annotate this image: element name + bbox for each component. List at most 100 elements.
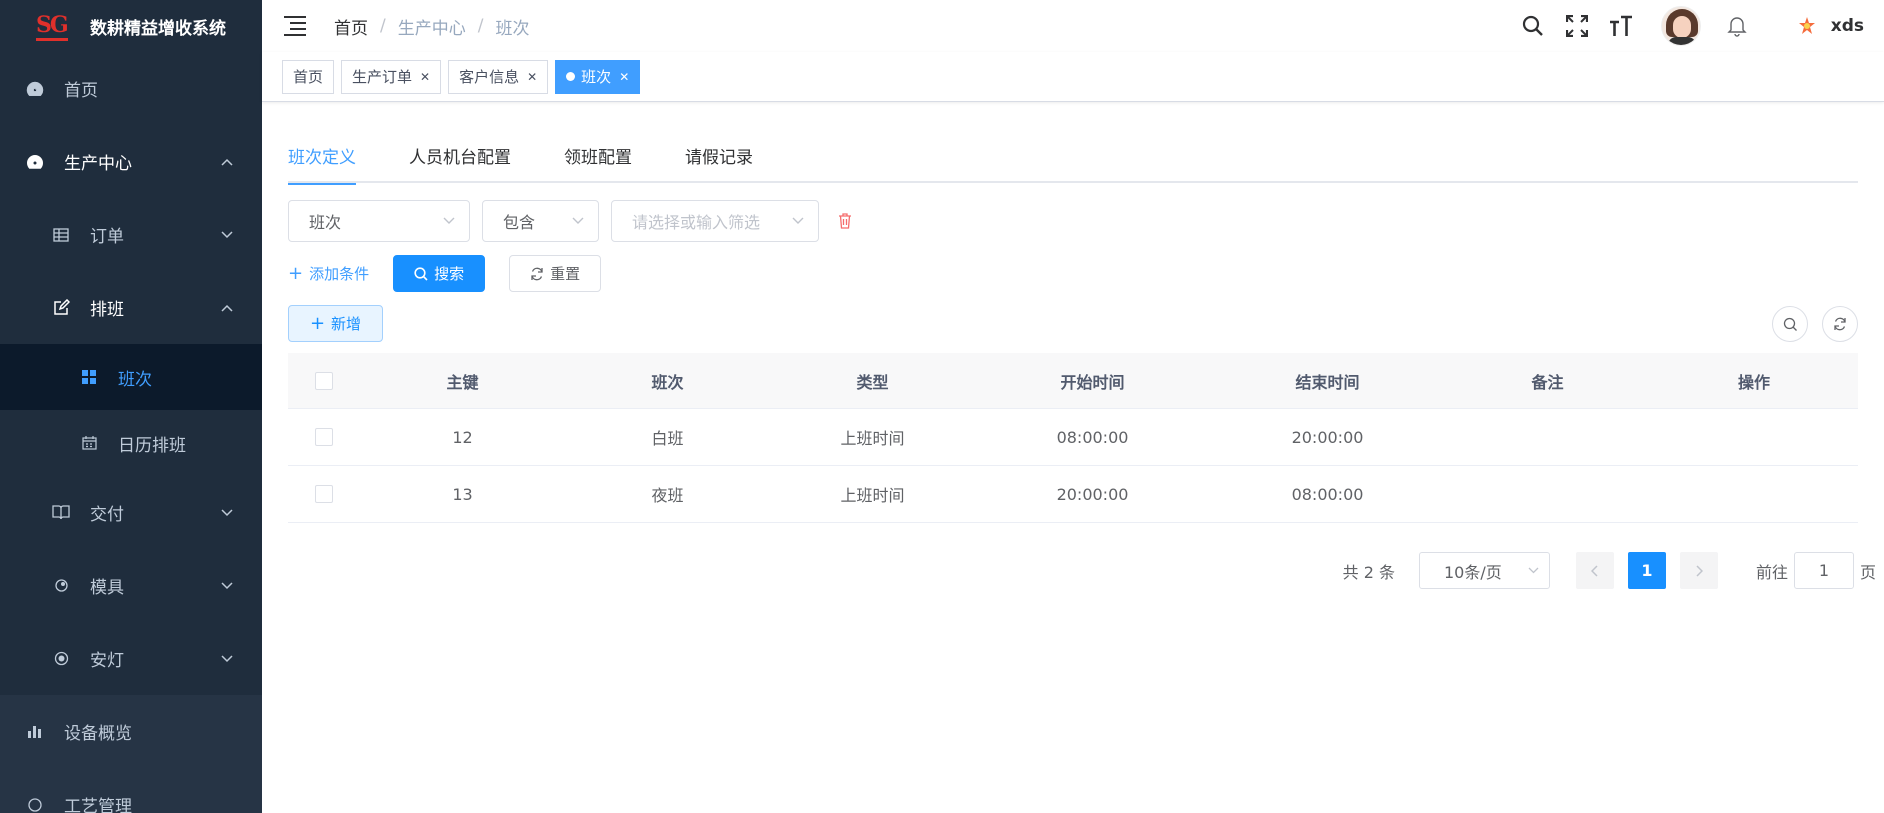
avatar[interactable]	[1660, 6, 1701, 46]
row-checkbox[interactable]	[315, 485, 333, 503]
filter-operator-select[interactable]: 包含	[482, 200, 599, 242]
sidebar-item-device-overview[interactable]: 设备概览	[0, 695, 262, 768]
delete-icon[interactable]	[837, 212, 853, 230]
select-all-checkbox[interactable]	[315, 371, 333, 390]
shift-table: 主键 班次 类型 开始时间 结束时间 备注 操作 12 白班 上班时间 08:0…	[288, 353, 1858, 523]
tags-view: 首页 生产订单 ✕ 客户信息 ✕ 班次 ✕	[262, 52, 1884, 102]
column-header-type: 类型	[856, 372, 889, 392]
refresh-icon	[530, 267, 544, 281]
username[interactable]: xds	[1831, 16, 1864, 36]
sidebar-item-home[interactable]: 首页	[0, 52, 262, 125]
sidebar-item-orders[interactable]: 订单	[0, 198, 262, 271]
bell-icon[interactable]	[1723, 12, 1751, 40]
page-number-current[interactable]: 1	[1627, 552, 1666, 589]
dashboard-icon	[26, 80, 44, 98]
tag-production-order[interactable]: 生产订单 ✕	[341, 59, 442, 94]
sidebar-item-mold[interactable]: 模具	[0, 549, 262, 622]
sidebar-item-label: 首页	[64, 81, 98, 101]
cell-shift: 白班	[651, 429, 684, 448]
tag-home[interactable]: 首页	[282, 59, 335, 94]
calendar-icon	[80, 434, 98, 452]
logo-text: SG	[36, 12, 69, 38]
goto-page-input[interactable]: 1	[1793, 552, 1854, 589]
sidebar-item-calendar-scheduling[interactable]: 日历排班	[0, 410, 262, 476]
cell-shift: 夜班	[651, 486, 684, 505]
sidebar-item-label: 工艺管理	[64, 797, 132, 813]
column-header-end-time: 结束时间	[1295, 372, 1360, 392]
chevron-down-icon	[572, 217, 584, 224]
book-icon	[52, 504, 70, 522]
chevron-up-icon	[221, 304, 233, 312]
cell-id: 12	[452, 427, 473, 447]
next-page-button[interactable]	[1679, 552, 1718, 589]
tag-label: 首页	[293, 68, 324, 86]
app-root: SG 数耕精益增收系统 首页 生产中心 订单 排班 班次 日历排班 交付 模具 …	[0, 0, 1884, 813]
andon-icon	[52, 650, 70, 668]
plus-icon: +	[288, 262, 304, 284]
add-condition-button[interactable]: + 添加条件	[288, 263, 369, 284]
sidebar-item-label: 班次	[118, 369, 152, 390]
tab-foreman-config[interactable]: 领班配置	[564, 143, 632, 183]
tab-shift-definition[interactable]: 班次定义	[288, 143, 356, 185]
breadcrumb-item-home[interactable]: 首页	[334, 14, 368, 39]
tab-staff-machine-config[interactable]: 人员机台配置	[409, 143, 511, 183]
page-size-select[interactable]: 10条/页	[1418, 552, 1550, 589]
fullscreen-icon[interactable]	[1563, 12, 1591, 40]
sidebar-item-craft-management[interactable]: 工艺管理	[0, 768, 262, 813]
prev-page-button[interactable]	[1575, 552, 1614, 589]
column-header-start-time: 开始时间	[1060, 372, 1125, 392]
chevron-down-icon	[221, 508, 233, 516]
font-size-icon[interactable]	[1607, 12, 1635, 40]
column-header-remark: 备注	[1531, 372, 1564, 392]
chevron-up-icon	[221, 158, 233, 166]
cell-start-time: 20:00:00	[1056, 484, 1129, 504]
sidebar-item-shift[interactable]: 班次	[0, 344, 262, 410]
mold-icon	[52, 577, 70, 595]
grid-icon	[80, 368, 98, 386]
close-icon[interactable]: ✕	[619, 70, 629, 84]
breadcrumb-item-production-center[interactable]: 生产中心	[398, 14, 466, 39]
search-button[interactable]: 搜索	[393, 255, 486, 292]
toggle-search-icon[interactable]	[1772, 306, 1808, 342]
search-icon[interactable]	[1519, 12, 1547, 40]
filter-operator-value: 包含	[503, 213, 536, 232]
reset-button[interactable]: 重置	[509, 255, 602, 292]
filter-value-input[interactable]: 请选择或输入筛选	[611, 200, 819, 242]
tag-shift[interactable]: 班次 ✕	[555, 59, 641, 94]
sidebar-item-delivery[interactable]: 交付	[0, 476, 262, 549]
cell-id: 13	[452, 484, 473, 504]
table-row[interactable]: 12 白班 上班时间 08:00:00 20:00:00	[288, 409, 1858, 466]
sidebar-item-scheduling[interactable]: 排班	[0, 271, 262, 344]
menu-toggle-icon[interactable]	[284, 16, 306, 36]
sidebar-item-label: 生产中心	[64, 154, 132, 174]
sidebar-item-andon[interactable]: 安灯	[0, 622, 262, 695]
cell-type: 上班时间	[840, 429, 905, 448]
logo[interactable]: SG 数耕精益增收系统	[0, 0, 262, 52]
logo-mark: SG	[36, 11, 69, 41]
cell-end-time: 08:00:00	[1291, 484, 1364, 504]
add-condition-label: 添加条件	[309, 265, 370, 283]
filter-field-select[interactable]: 班次	[288, 200, 470, 242]
add-button[interactable]: + 新增	[288, 305, 383, 342]
page-unit-label: 页	[1859, 562, 1876, 582]
row-checkbox[interactable]	[315, 428, 333, 446]
pagination-total: 共 2 条	[1342, 562, 1395, 582]
chevron-down-icon	[221, 654, 233, 662]
sidebar-item-label: 日历排班	[118, 435, 186, 456]
table-row[interactable]: 13 夜班 上班时间 20:00:00 08:00:00	[288, 466, 1858, 523]
sidebar-item-production-center[interactable]: 生产中心	[0, 125, 262, 198]
search-button-label: 搜索	[434, 265, 465, 283]
tag-customer-info[interactable]: 客户信息 ✕	[448, 59, 549, 94]
chevron-down-icon	[792, 217, 804, 224]
user-status-icon[interactable]	[1793, 12, 1821, 40]
filter-value-placeholder: 请选择或输入筛选	[632, 213, 761, 232]
chart-icon	[26, 723, 44, 741]
close-icon[interactable]: ✕	[420, 70, 430, 84]
tab-leave-records[interactable]: 请假记录	[685, 143, 753, 183]
refresh-icon[interactable]	[1822, 306, 1858, 342]
page-size-value: 10条/页	[1443, 562, 1502, 582]
close-icon[interactable]: ✕	[527, 70, 537, 84]
craft-icon	[26, 796, 44, 813]
pagination: 共 2 条 10条/页 1 前往 1 页	[1343, 552, 1876, 589]
column-header-id: 主键	[446, 372, 479, 392]
